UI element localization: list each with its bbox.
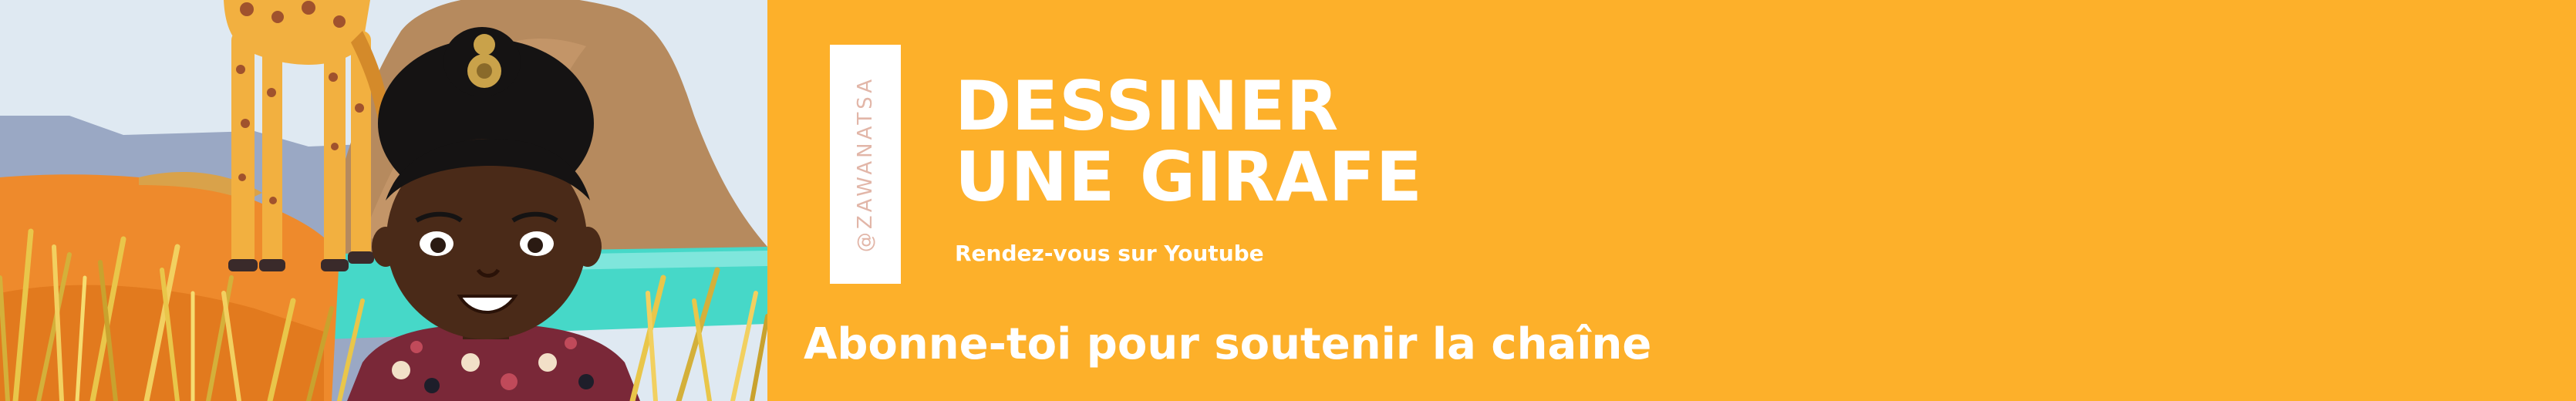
banner-title-line-1: DESSINER [955,66,1340,146]
channel-handle: @ZAWANATSA [854,76,877,253]
youtube-channel-banner: @ZAWANATSA DESSINER UNE GIRAFE Rendez-vo… [0,0,2576,401]
savanna-illustration [0,0,767,401]
banner-subtitle: Rendez-vous sur Youtube [955,241,1264,266]
banner-title-line-2: UNE GIRAFE [955,137,1423,217]
subscribe-call-to-action: Abonne-toi pour soutenir la chaîne [804,319,1652,369]
channel-handle-tag: @ZAWANATSA [830,45,901,284]
